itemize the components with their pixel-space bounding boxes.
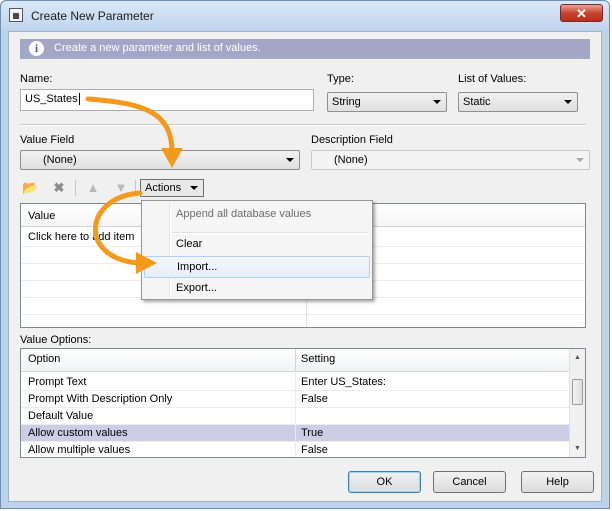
arrow-head-icon — [161, 148, 183, 168]
callout-arrows — [85, 96, 183, 274]
arrow-to-actions-icon — [85, 96, 175, 155]
arrow-to-import-icon — [93, 190, 143, 266]
arrow-head-icon — [136, 252, 157, 274]
